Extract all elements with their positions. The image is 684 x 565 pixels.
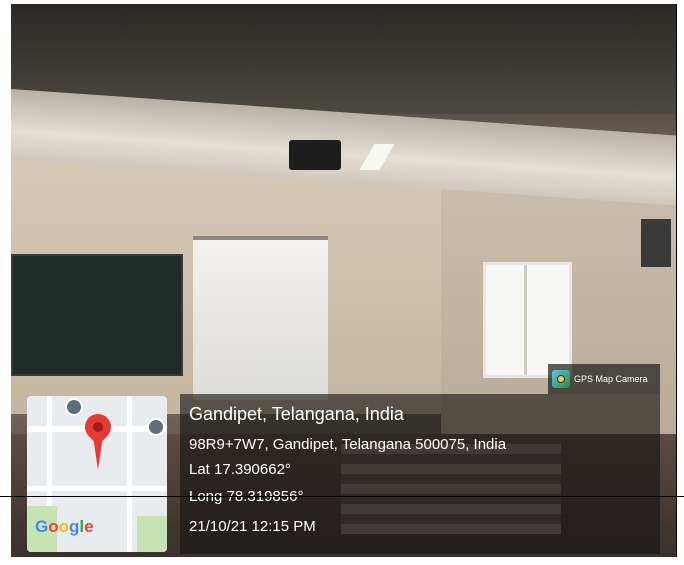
map-road xyxy=(127,396,132,552)
horizontal-rule xyxy=(0,496,684,497)
google-logo-letter: o xyxy=(58,517,70,536)
map-poi-icon xyxy=(65,398,83,416)
projection-screen xyxy=(193,236,328,400)
address-line: 98R9+7W7, Gandipet, Telangana 500075, In… xyxy=(189,436,507,453)
window xyxy=(483,262,572,378)
mini-map: Google xyxy=(27,396,167,552)
google-logo-letter: g xyxy=(69,517,80,536)
blackboard xyxy=(11,254,183,376)
map-pin-tail xyxy=(93,436,103,470)
google-logo-letter: G xyxy=(35,517,49,536)
google-logo: Google xyxy=(35,517,94,537)
latitude: Lat 17.390662° xyxy=(189,461,291,478)
google-logo-letter: o xyxy=(48,517,59,536)
right-border xyxy=(676,4,677,557)
map-poi-icon xyxy=(147,418,165,436)
date-time: 21/10/21 12:15 PM xyxy=(189,518,316,535)
photo-frame: GPS Map Camera Gandipet, Telangana, Indi… xyxy=(0,0,684,565)
location-info-panel: Gandipet, Telangana, India 98R9+7W7, Gan… xyxy=(180,394,660,554)
map-park xyxy=(137,516,167,552)
camera-badge-label: GPS Map Camera xyxy=(574,374,648,384)
gps-map-camera-badge: GPS Map Camera xyxy=(548,364,660,394)
map-road xyxy=(27,486,167,491)
google-logo-letter: e xyxy=(84,517,94,536)
wall-speaker xyxy=(641,219,671,267)
projector xyxy=(289,140,341,170)
place-name: Gandipet, Telangana, India xyxy=(189,404,404,424)
gps-map-camera-app-icon xyxy=(552,370,570,388)
